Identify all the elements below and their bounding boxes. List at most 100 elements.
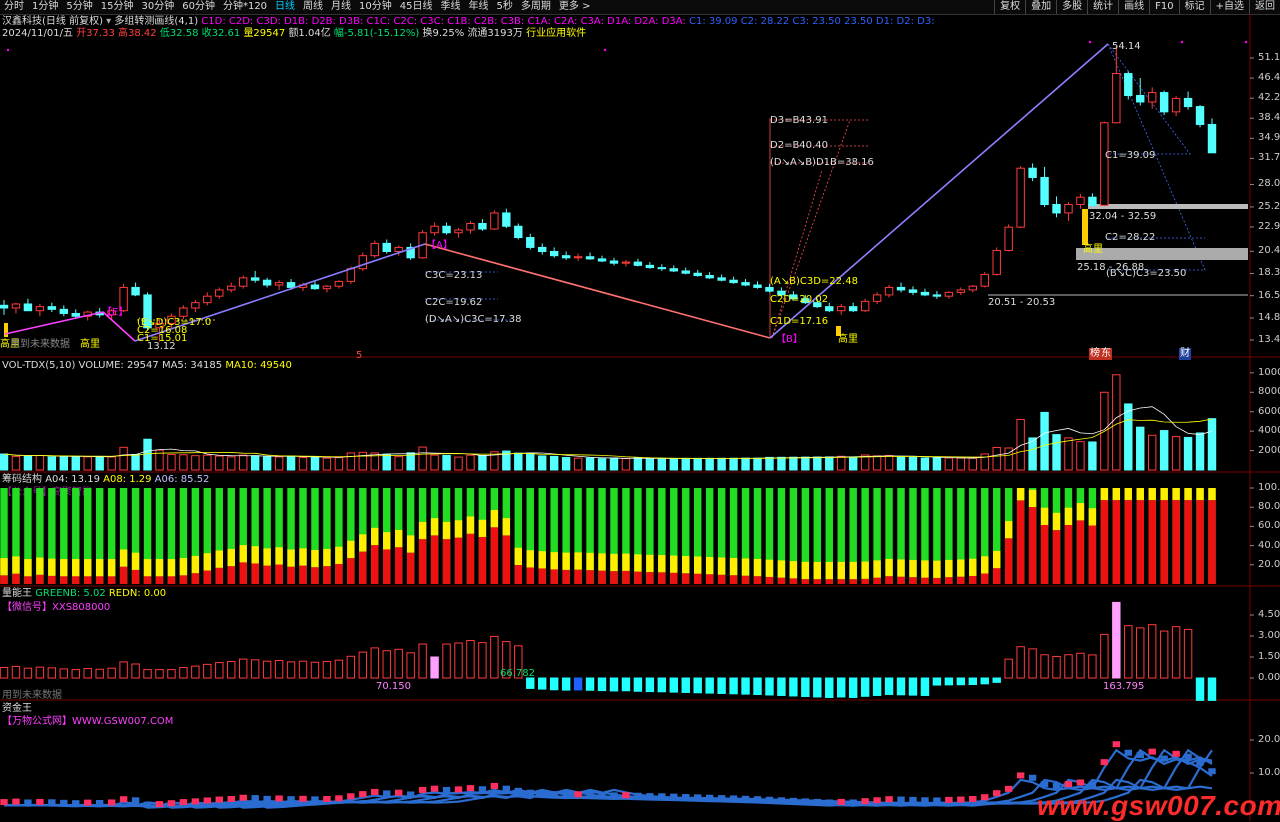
energy-bar	[753, 677, 762, 695]
energy-bar	[227, 661, 236, 679]
volume-bar	[1124, 403, 1133, 471]
price-annotation: (D↘A↘)C3C=17.38	[425, 314, 522, 325]
chip-yellow	[837, 561, 845, 580]
volume-bar	[848, 456, 858, 471]
chip-yellow	[622, 553, 630, 571]
chip-red	[801, 579, 810, 584]
fund-block	[753, 796, 762, 803]
energy-bar	[968, 677, 977, 686]
price-annotation: 54.14	[1112, 41, 1141, 52]
fund-block	[191, 798, 200, 805]
volume-bar	[693, 457, 702, 471]
chart-canvas[interactable]	[0, 0, 1280, 821]
fund-block	[406, 791, 415, 798]
chip-yellow	[1064, 507, 1073, 526]
fund-block	[634, 792, 642, 799]
fund-block	[119, 796, 128, 803]
candle-body	[848, 306, 858, 312]
energy-bar	[239, 658, 248, 679]
energy-label: 163.795	[1103, 681, 1145, 692]
chip-red	[765, 576, 774, 584]
price-annotation: D3=B43.91	[770, 115, 828, 126]
chip-red	[837, 579, 845, 584]
chip-yellow	[849, 561, 857, 580]
energy-axis-label: 4.50	[1258, 609, 1280, 620]
chip-red	[239, 562, 247, 584]
support-band	[1088, 204, 1248, 209]
energy-bar	[717, 677, 726, 694]
chip-red	[383, 549, 391, 584]
fund-block	[921, 797, 929, 804]
chip-yellow	[335, 546, 343, 565]
chip-red	[610, 571, 618, 584]
event-badge: 东	[1100, 348, 1112, 360]
energy-bar	[980, 677, 989, 685]
fund-block	[945, 796, 953, 803]
candle-body	[717, 277, 726, 281]
chip-yellow	[801, 561, 810, 580]
volume-bar	[107, 456, 116, 471]
chip-yellow	[251, 546, 259, 564]
chip-red	[72, 576, 80, 584]
energy-bar	[394, 648, 403, 679]
volume-bar	[119, 446, 128, 471]
chip-yellow	[275, 547, 283, 565]
fund-block	[1208, 768, 1216, 775]
price-axis-label: 25.21	[1258, 200, 1280, 212]
chip-yellow	[897, 559, 905, 577]
fund-block	[526, 789, 534, 796]
chip-red	[299, 565, 307, 584]
energy-bar	[1195, 677, 1205, 701]
fund-block	[861, 798, 869, 805]
chip-red	[335, 564, 343, 584]
volume-bar	[59, 455, 69, 471]
chip-yellow	[885, 558, 893, 577]
chip-yellow	[825, 561, 833, 580]
chip-red	[48, 575, 56, 584]
chip-red	[359, 551, 367, 584]
chip-yellow	[430, 518, 439, 536]
candle-body	[1064, 204, 1073, 214]
fund-axis-label: 10.00	[1258, 767, 1280, 778]
chip-yellow	[60, 559, 68, 577]
chip-red	[502, 535, 511, 584]
energy-bar	[729, 677, 738, 695]
volume-bar	[908, 456, 918, 471]
fund-block	[215, 796, 223, 803]
volume-bar	[322, 457, 332, 471]
volume-bar	[346, 452, 356, 471]
fund-block	[981, 794, 989, 801]
fund-block	[299, 795, 307, 802]
energy-bar	[1076, 652, 1085, 679]
fund-block	[550, 791, 558, 798]
fund-block	[658, 793, 666, 800]
chip-red	[275, 564, 283, 584]
chip-red	[215, 567, 223, 584]
chip-yellow	[84, 559, 92, 577]
fund-block	[789, 797, 798, 804]
trend-line	[4, 311, 104, 335]
price-annotation: 【B】	[776, 334, 803, 345]
chip-yellow	[957, 559, 965, 577]
fund-block	[1064, 781, 1073, 788]
chip-yellow	[1208, 488, 1216, 501]
fund-block	[705, 794, 714, 801]
fund-block	[12, 798, 20, 805]
chip-yellow	[48, 558, 56, 576]
chip-red	[323, 566, 331, 584]
chip-red	[729, 575, 738, 584]
chip-yellow	[574, 552, 582, 570]
chip-yellow	[215, 550, 223, 568]
price-annotation: 【A】	[426, 240, 453, 251]
volume-bar	[1088, 441, 1097, 471]
chip-yellow	[1028, 489, 1037, 508]
volume-bar	[418, 446, 427, 471]
price-axis-label: 20.42	[1258, 245, 1280, 257]
chip-red	[95, 576, 104, 584]
volume-bar	[23, 455, 33, 471]
fund-block	[693, 794, 702, 801]
chip-yellow	[1112, 488, 1121, 501]
chip-red	[933, 577, 941, 584]
chip-yellow	[155, 559, 164, 577]
chip-yellow	[670, 555, 678, 573]
